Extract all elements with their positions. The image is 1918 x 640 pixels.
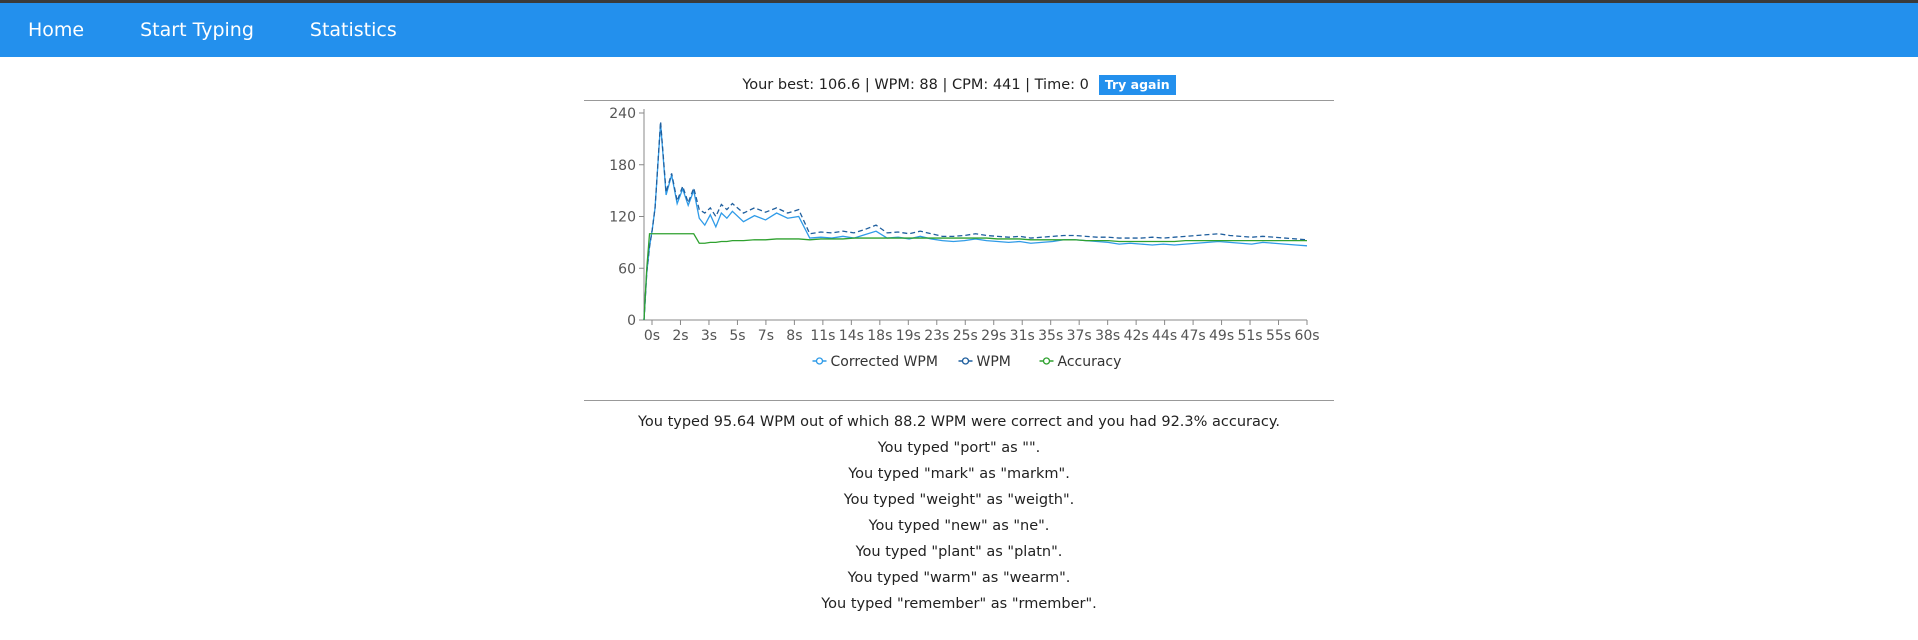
mistake-line: You typed "new" as "ne". (868, 518, 1050, 534)
best-score-text: Your best: 106.6 | WPM: 88 | CPM: 441 | … (742, 77, 1089, 93)
mistake-line: You typed "plant" as "platn". (855, 544, 1063, 560)
legend-corrected-wpm: Corrected WPM (831, 354, 938, 370)
x-tick-label: 7s (758, 328, 774, 344)
x-tick-label: 2s (672, 328, 688, 344)
series-line-accuracy (643, 233, 1307, 321)
mistake-line: You typed "remember" as "rmember". (821, 596, 1097, 612)
results-panel: Your best: 106.6 | WPM: 88 | CPM: 441 | … (584, 75, 1334, 617)
x-tick-label: 60s (1294, 328, 1319, 344)
x-tick-label: 23s (924, 328, 949, 344)
mistake-line: You typed "warm" as "wearm". (847, 570, 1071, 586)
x-tick-label: 8s (786, 328, 802, 344)
y-tick-label: 60 (618, 261, 636, 277)
nav-start-typing-link[interactable]: Start Typing (140, 19, 254, 41)
x-tick-label: 37s (1067, 328, 1092, 344)
x-tick-label: 14s (839, 328, 864, 344)
legend-marker-icon (815, 357, 824, 365)
typing-results: You typed 95.64 WPM out of which 88.2 WP… (584, 401, 1334, 617)
mistakes-list: You typed "port" as "". You typed "mark" … (584, 435, 1334, 617)
best-score-bar: Your best: 106.6 | WPM: 88 | CPM: 441 | … (584, 75, 1334, 95)
x-tick-label: 49s (1209, 328, 1234, 344)
x-tick-label: 38s (1095, 328, 1120, 344)
x-tick-label: 35s (1038, 328, 1063, 344)
x-tick-label: 55s (1266, 328, 1291, 344)
legend-accuracy: Accuracy (1058, 354, 1122, 370)
nav-home-link[interactable]: Home (28, 19, 84, 41)
top-navbar: Home Start Typing Statistics (0, 3, 1918, 57)
mistake-line: You typed "weight" as "weigth". (843, 492, 1075, 508)
x-tick-label: 11s (810, 328, 835, 344)
legend-wpm: WPM (977, 354, 1011, 370)
nav-statistics-link[interactable]: Statistics (310, 19, 397, 41)
x-tick-label: 31s (1010, 328, 1035, 344)
results-summary-line: You typed 95.64 WPM out of which 88.2 WP… (637, 414, 1280, 430)
x-tick-label: 51s (1237, 328, 1262, 344)
x-tick-label: 18s (867, 328, 892, 344)
x-tick-label: 42s (1124, 328, 1149, 344)
x-tick-label: 29s (981, 328, 1006, 344)
y-tick-label: 180 (609, 158, 636, 174)
legend-marker-icon (1042, 357, 1051, 365)
wpm-chart-svg: 0601201802400s 2s 3s 5s 7s 8s 11s 14s 18s 19s 23s 2… (609, 106, 1319, 370)
wpm-chart: 0 60 120 180 240 0s 2s 3s 5s 7s 8s 11s 14s 18s 19s 23s 2… (584, 101, 1334, 400)
y-tick-label: 120 (609, 210, 636, 226)
y-tick-label: 0 (627, 313, 636, 329)
mistake-line: You typed "mark" as "markm". (848, 466, 1070, 482)
x-tick-label: 0s (644, 328, 660, 344)
series-line-corrected-wpm (643, 123, 1308, 321)
x-tick-label: 44s (1152, 328, 1177, 344)
x-tick-label: 19s (896, 328, 921, 344)
x-tick-label: 25s (953, 328, 978, 344)
y-tick-label: 240 (609, 106, 636, 122)
x-tick-label: 47s (1181, 328, 1206, 344)
x-tick-label: 3s (701, 328, 717, 344)
try-again-button[interactable]: Try again (1098, 75, 1176, 95)
mistake-line: You typed "port" as "". (877, 440, 1041, 456)
x-tick-label: 5s (729, 328, 745, 344)
legend-marker-icon (961, 357, 970, 365)
